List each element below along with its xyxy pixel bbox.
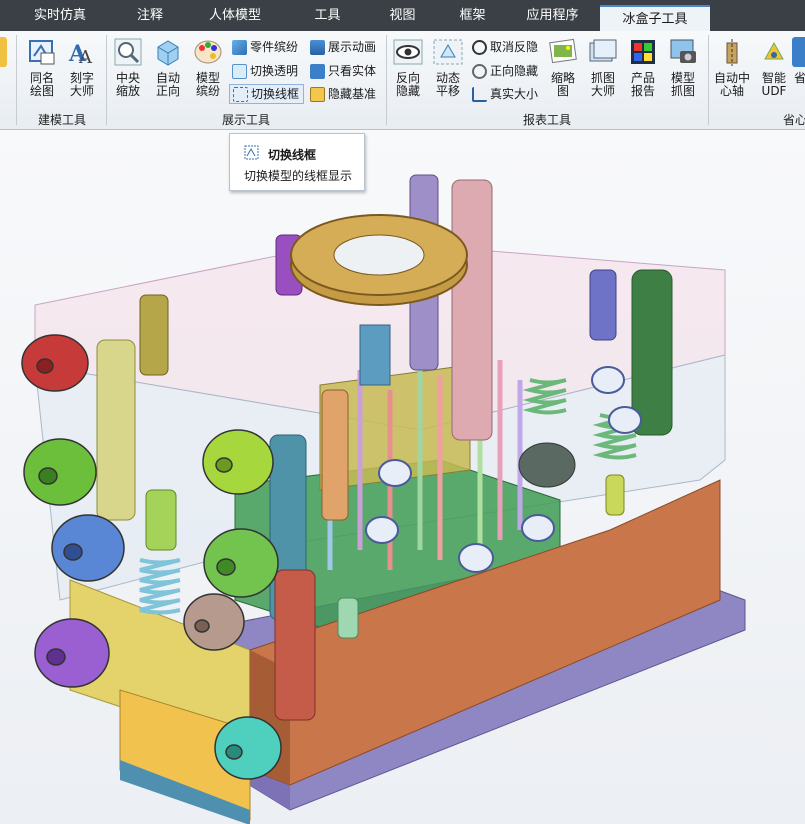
shortcut-icon	[792, 37, 805, 67]
tooltip-title: 切换线框	[268, 148, 317, 162]
auto-orient-button[interactable]: 自动 正向	[148, 37, 188, 105]
tab-annotation[interactable]: 注释	[120, 0, 180, 31]
support-pillar	[518, 442, 576, 488]
show-animation-button[interactable]: 展示动画	[310, 37, 376, 57]
tab-realtime-sim[interactable]: 实时仿真	[0, 0, 120, 31]
unhide-icon	[472, 39, 487, 55]
auto-center-axis-button[interactable]: 自动中 心轴	[712, 37, 752, 105]
ribbon: 步 历 同名 绘图 AA 刻字 大师 建模工具 中央 缩放 自动 正向 模型 缤…	[0, 31, 805, 130]
screw-olive	[139, 294, 169, 376]
smart-udf-button[interactable]: 智能 UDF	[754, 37, 794, 105]
center-zoom-button[interactable]: 中央 缩放	[108, 37, 148, 105]
dynamic-pan-button[interactable]: 动态 平移	[428, 37, 468, 105]
ribbon-separator	[708, 35, 709, 125]
camera-icon	[668, 37, 698, 67]
group-label-modeling: 建模工具	[37, 113, 86, 127]
tab-applications[interactable]: 应用程序	[505, 0, 600, 31]
tab-tools[interactable]: 工具	[290, 0, 365, 31]
drawing-icon	[27, 37, 57, 67]
toggle-transparent-button[interactable]: 切换透明	[232, 61, 298, 81]
actual-size-button[interactable]: 真实大小	[472, 84, 538, 104]
ribbon-separator	[386, 35, 387, 125]
mold-assembly-model	[21, 174, 746, 824]
leader-pin-yellow	[96, 339, 136, 521]
cancel-reverse-hide-button[interactable]: 取消反隐	[472, 37, 538, 57]
forward-hide-button[interactable]: 正向隐藏	[472, 61, 538, 81]
actual-size-icon	[472, 86, 487, 102]
model-colorful-button[interactable]: 模型 缤纷	[188, 37, 228, 105]
thumbnail-button[interactable]: 缩略 图	[543, 37, 583, 105]
model-viewport[interactable]	[0, 130, 805, 824]
solid-only-button[interactable]: 只看实体	[310, 61, 376, 81]
group-label-report: 报表工具	[522, 113, 571, 127]
right-partial-button[interactable]: 省	[790, 37, 805, 105]
solid-icon	[310, 63, 325, 79]
sprue-bushing	[359, 324, 391, 386]
eye-icon	[393, 37, 423, 67]
lettering-master-button[interactable]: AA 刻字 大师	[62, 37, 102, 105]
model-capture-button[interactable]: 模型 抓图	[663, 37, 703, 105]
pin-yellowgreen	[605, 474, 625, 516]
pin-lime	[145, 489, 177, 551]
transparent-icon	[232, 63, 247, 79]
group-label-display: 展示工具	[221, 113, 270, 127]
axis-icon	[717, 37, 747, 67]
thumbnail-icon	[548, 37, 578, 67]
product-report-button[interactable]: 产品 报告	[623, 37, 663, 105]
same-name-drawing-button[interactable]: 同名 绘图	[22, 37, 62, 105]
zoom-icon	[113, 37, 143, 67]
tab-frame[interactable]: 框架	[440, 0, 505, 31]
udf-icon	[759, 37, 789, 67]
partial-left-button[interactable]: 步 历	[0, 37, 12, 105]
lettering-icon: AA	[67, 37, 97, 67]
wireframe-tooltip: 切换线框 切换模型的线框显示	[229, 133, 365, 191]
capture-master-button[interactable]: 抓图 大师	[583, 37, 623, 105]
ribbon-tab-bar: 实时仿真 注释 人体模型 工具 视图 框架 应用程序 冰盒子工具	[0, 0, 805, 31]
orient-icon	[153, 37, 183, 67]
tooltip-description: 切换模型的线框显示	[244, 169, 353, 183]
part-color-icon	[232, 39, 247, 55]
palette-icon	[193, 37, 223, 67]
report-icon	[628, 37, 658, 67]
wireframe-icon	[233, 86, 248, 102]
animation-icon	[310, 39, 325, 55]
group-label-right: 省心	[782, 113, 805, 127]
tab-human-model[interactable]: 人体模型	[180, 0, 290, 31]
capture-icon	[588, 37, 618, 67]
folder-icon	[0, 37, 7, 67]
screw-blue	[589, 269, 617, 341]
wireframe-icon	[244, 145, 259, 160]
leader-pin-green	[631, 269, 673, 436]
locating-ring-hole	[333, 234, 425, 276]
leader-pin-pink	[451, 179, 493, 441]
ribbon-separator	[106, 35, 107, 125]
datum-icon	[310, 86, 325, 102]
ribbon-separator	[16, 35, 17, 125]
tab-icebox-tools[interactable]: 冰盒子工具	[600, 5, 710, 31]
part-colorful-button[interactable]: 零件缤纷	[232, 37, 298, 57]
pan-icon	[433, 37, 463, 67]
screw-orange	[321, 389, 349, 521]
hide-icon	[472, 63, 487, 79]
leader-pin-red	[274, 569, 316, 721]
svg-text:A: A	[78, 47, 93, 67]
hide-datum-button[interactable]: 隐藏基准	[310, 84, 376, 104]
tab-view[interactable]: 视图	[365, 0, 440, 31]
pin-mint	[337, 597, 359, 639]
toggle-wireframe-button[interactable]: 切换线框	[229, 84, 305, 104]
reverse-hide-button[interactable]: 反向 隐藏	[388, 37, 428, 105]
